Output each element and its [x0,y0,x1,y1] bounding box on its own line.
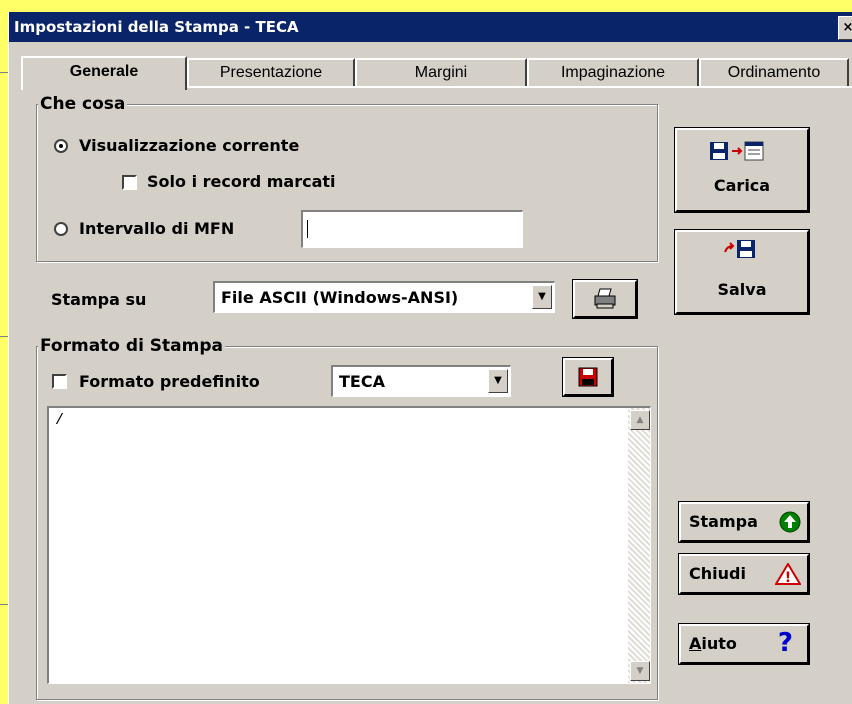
aiuto-button[interactable]: Aiuto ? [679,624,809,664]
scroll-up-icon[interactable]: ▲ [630,410,650,430]
aiuto-underline: A [689,634,702,653]
tab-impaginazione[interactable]: Impaginazione [527,58,699,86]
load-icon [710,141,764,161]
save-format-button[interactable] [563,358,613,396]
format-editor[interactable]: / ▲ ▼ [47,406,651,684]
printer-setup-button[interactable] [573,280,637,318]
print-to-value: File ASCII (Windows-ANSI) [221,288,459,307]
floppy-red-icon [578,367,598,387]
checkbox-default-format-label: Formato predefinito [79,372,260,391]
tab-generale[interactable]: Generale [21,56,187,90]
print-to-select[interactable]: File ASCII (Windows-ANSI) ▼ [213,281,555,313]
save-icon [724,240,755,258]
tab-presentazione[interactable]: Presentazione [187,58,355,86]
printer-icon [594,288,616,309]
format-editor-text: / [55,412,65,429]
what-group-legend: Che cosa [38,94,128,114]
tab-margini[interactable]: Margini [355,58,527,86]
scroll-down-icon[interactable]: ▼ [630,661,650,681]
radio-current-view-label: Visualizzazione corrente [79,136,300,155]
stampa-label: Stampa [689,512,758,531]
chiudi-button[interactable]: Chiudi ! [679,554,809,594]
tab-ordinamento[interactable]: Ordinamento [699,58,849,86]
print-to-label: Stampa su [51,290,147,309]
checkbox-default-format[interactable] [52,374,67,389]
warning-glyph: ! [785,570,791,585]
edge-mark [0,604,8,605]
format-select[interactable]: TECA ▼ [331,365,511,397]
warning-icon: ! [775,563,801,585]
salva-button[interactable]: Salva [675,230,809,314]
edge-mark [0,336,8,337]
close-button[interactable]: × [838,16,852,40]
carica-button[interactable]: Carica [675,128,809,212]
chiudi-label: Chiudi [689,564,746,583]
radio-current-view[interactable] [54,139,68,153]
text-cursor [307,220,308,238]
aiuto-label: Aiuto [689,634,737,653]
help-icon: ? [777,628,793,658]
window-title: Impostazioni della Stampa - TECA [14,18,299,36]
radio-mfn-range[interactable] [54,222,68,236]
checkbox-marked-only-label: Solo i record marcati [147,172,336,191]
print-settings-dialog: Impostazioni della Stampa - TECA × Gener… [8,12,852,704]
go-up-icon [779,511,801,533]
chevron-down-icon[interactable]: ▼ [532,285,552,309]
format-value: TECA [339,372,385,391]
format-editor-scrollbar[interactable]: ▲ ▼ [628,408,650,683]
stampa-button[interactable]: Stampa [679,502,809,542]
mfn-range-input[interactable] [301,210,523,248]
edge-mark [0,72,8,73]
checkbox-marked-only[interactable] [122,175,137,190]
radio-mfn-range-label: Intervallo di MFN [79,219,235,238]
chevron-down-icon[interactable]: ▼ [488,369,508,393]
carica-label: Carica [713,176,771,195]
title-bar: Impostazioni della Stampa - TECA × [9,12,852,42]
format-group-legend: Formato di Stampa [38,336,226,356]
salva-label: Salva [717,280,767,299]
aiuto-rest: iuto [701,634,737,653]
